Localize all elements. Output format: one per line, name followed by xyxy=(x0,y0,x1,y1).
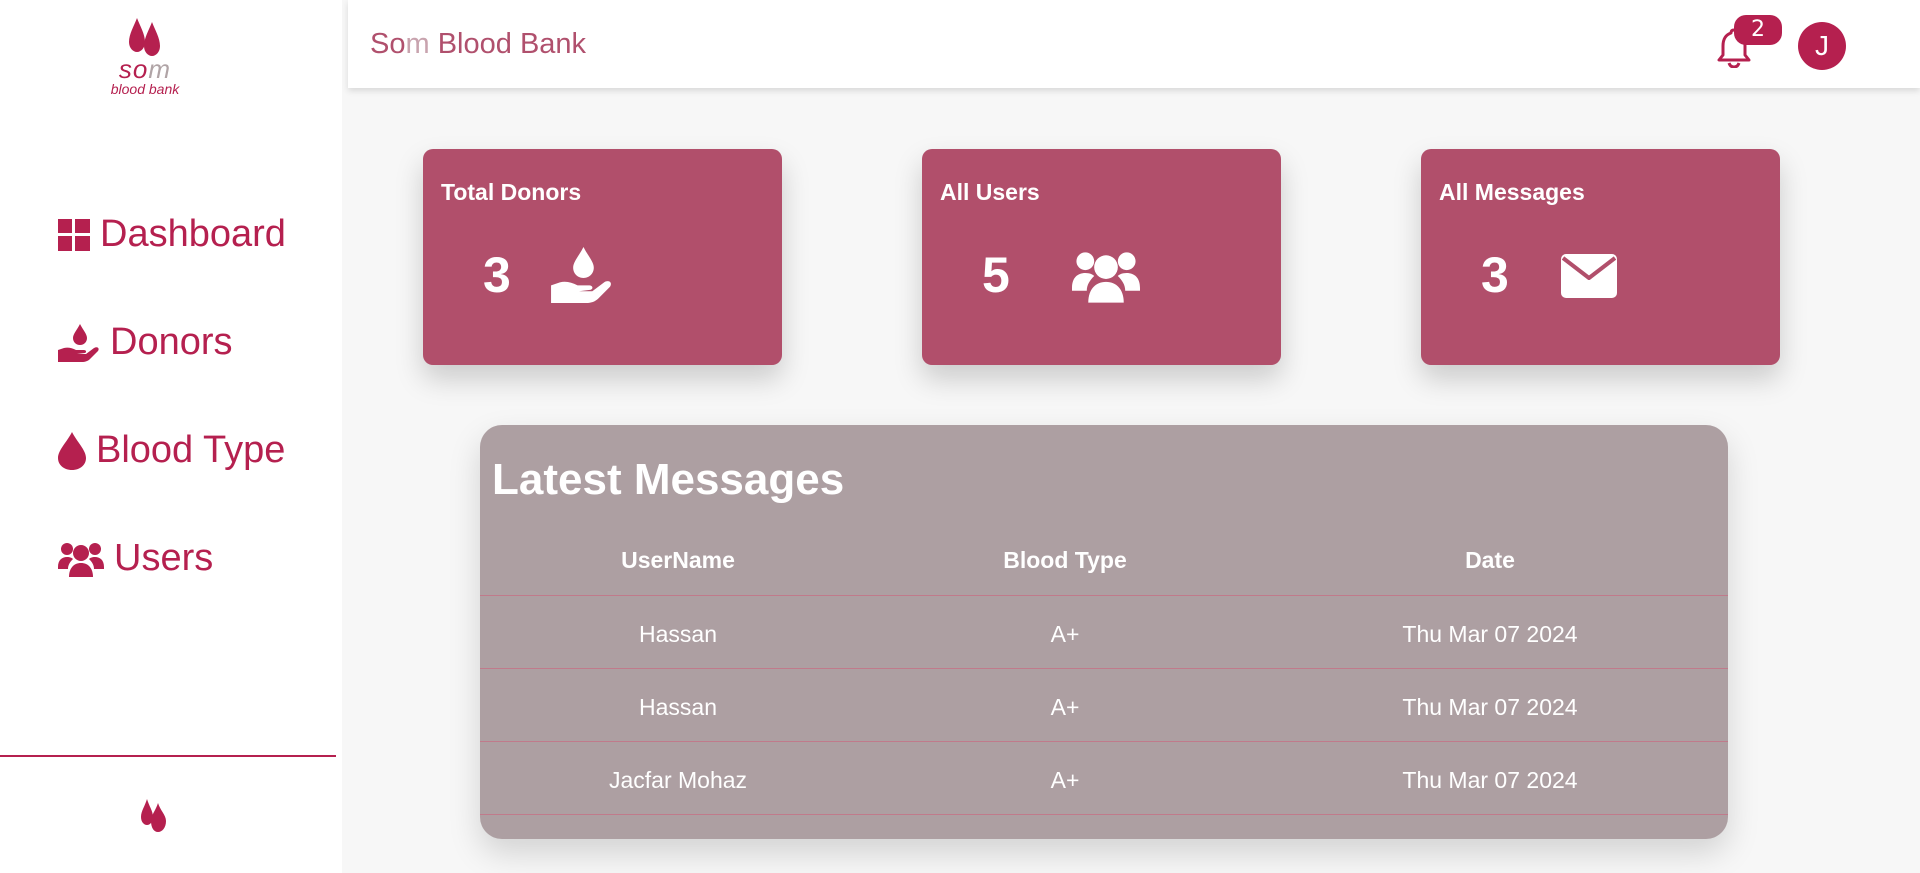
user-avatar[interactable]: J xyxy=(1798,22,1846,70)
sidebar-item-users[interactable]: Users xyxy=(58,537,213,580)
logo-wordmark: som xyxy=(118,54,172,84)
card-value: 3 xyxy=(483,247,511,303)
card-title: All Messages xyxy=(1439,179,1585,205)
sidebar-item-label: Donors xyxy=(110,321,233,363)
total-donors-card[interactable]: Total Donors 3 xyxy=(423,149,782,365)
latest-messages-panel: Latest Messages UserName Blood Type Date… xyxy=(480,425,1728,839)
sidebar-item-blood-type[interactable]: Blood Type xyxy=(58,429,285,472)
sidebar: som blood bank Dashboard Donors Blood Ty… xyxy=(0,0,342,873)
column-header-date: Date xyxy=(1465,547,1515,573)
users-icon xyxy=(58,542,104,577)
cell-username: Hassan xyxy=(639,694,717,720)
page-title: Som Blood Bank xyxy=(370,28,587,60)
cell-date: Thu Mar 07 2024 xyxy=(1402,621,1578,647)
card-title: Total Donors xyxy=(441,179,582,205)
cell-blood-type: A+ xyxy=(1050,694,1080,720)
all-users-card[interactable]: All Users 5 xyxy=(922,149,1281,365)
users-icon xyxy=(1072,252,1140,303)
cell-blood-type: A+ xyxy=(1050,767,1080,793)
cell-blood-type: A+ xyxy=(1050,621,1080,647)
app-logo[interactable]: som blood bank xyxy=(100,16,190,106)
table-divider xyxy=(480,595,1728,596)
sidebar-divider xyxy=(0,755,336,757)
blood-drops-icon xyxy=(141,799,166,832)
envelope-icon xyxy=(1561,254,1617,298)
grid-icon xyxy=(58,218,90,251)
card-title: All Users xyxy=(940,179,1040,205)
sidebar-item-donors[interactable]: Donors xyxy=(58,321,233,364)
top-header: Som Blood Bank 2 J xyxy=(348,0,1920,88)
sidebar-item-label: Dashboard xyxy=(100,213,286,255)
card-value: 5 xyxy=(982,247,1010,303)
cell-date: Thu Mar 07 2024 xyxy=(1402,694,1578,720)
hand-drop-icon xyxy=(551,247,611,303)
sidebar-item-label: Blood Type xyxy=(96,429,286,471)
cell-date: Thu Mar 07 2024 xyxy=(1402,767,1578,793)
cell-username: Jacfar Mohaz xyxy=(608,767,748,793)
sidebar-item-label: Users xyxy=(114,537,214,579)
column-header-username: UserName xyxy=(621,547,735,573)
sidebar-footer-logo xyxy=(139,797,167,840)
logo-subtitle: blood bank xyxy=(110,81,180,97)
column-header-blood-type: Blood Type xyxy=(1003,547,1127,573)
all-messages-card[interactable]: All Messages 3 xyxy=(1421,149,1780,365)
hand-drop-icon xyxy=(58,323,99,362)
table-divider xyxy=(480,814,1728,815)
card-value: 3 xyxy=(1481,247,1509,303)
table-divider xyxy=(480,741,1728,742)
cell-username: Hassan xyxy=(639,621,717,647)
drop-icon xyxy=(58,431,86,470)
sidebar-item-dashboard[interactable]: Dashboard xyxy=(58,213,286,256)
notification-count-badge: 2 xyxy=(1734,15,1782,45)
table-divider xyxy=(480,668,1728,669)
latest-messages-title: Latest Messages xyxy=(492,455,845,504)
